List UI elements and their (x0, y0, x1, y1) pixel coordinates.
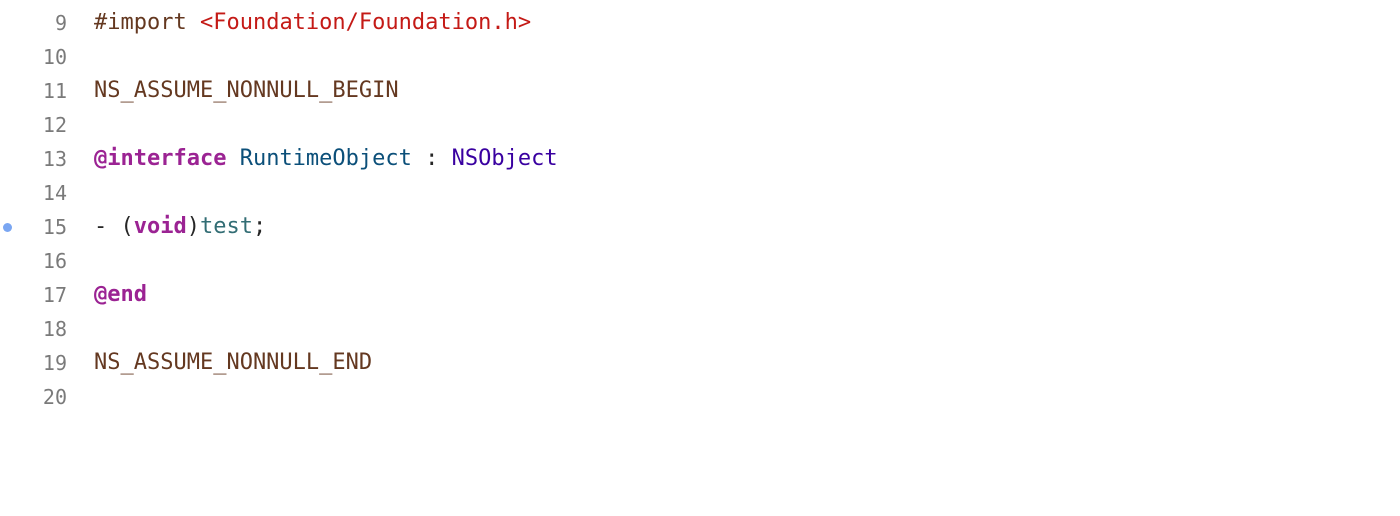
code-line[interactable]: 14 (0, 176, 1400, 210)
code-token: - ( (94, 214, 134, 239)
code-token: <Foundation/Foundation.h> (199, 10, 532, 35)
code-token: RuntimeObject (239, 146, 412, 171)
code-token: void (133, 214, 187, 239)
code-token: NS_ASSUME_NONNULL_BEGIN (94, 78, 399, 103)
code-token: test (199, 214, 253, 239)
code-line[interactable]: 11 NS_ASSUME_NONNULL_BEGIN (0, 74, 1400, 108)
code-line[interactable]: 16 (0, 244, 1400, 278)
code-token: @interface (94, 146, 227, 171)
code-token: : (411, 146, 452, 171)
line-number: 14 (42, 181, 67, 205)
line-number: 15 (42, 215, 67, 239)
line-content[interactable]: @interface RuntimeObject : NSObject (94, 142, 558, 176)
line-number: 13 (42, 147, 67, 171)
code-token: #import (94, 10, 200, 35)
code-token: ) (186, 214, 200, 239)
code-line[interactable]: 15 - (void)test; (0, 210, 1400, 244)
code-editor[interactable]: 9 #import <Foundation/Foundation.h> 10 1… (0, 6, 1400, 414)
line-number: 19 (42, 351, 67, 375)
line-number: 11 (42, 79, 67, 103)
code-line[interactable]: 18 (0, 312, 1400, 346)
line-number: 16 (42, 249, 67, 273)
line-number: 20 (42, 385, 67, 409)
code-line[interactable]: 17 @end (0, 278, 1400, 312)
line-content[interactable]: @end (94, 278, 147, 312)
line-content[interactable]: - (void)test; (94, 210, 266, 244)
code-line[interactable]: 20 (0, 380, 1400, 414)
code-line[interactable]: 9 #import <Foundation/Foundation.h> (0, 6, 1400, 40)
code-line[interactable]: 19 NS_ASSUME_NONNULL_END (0, 346, 1400, 380)
line-number: 17 (42, 283, 67, 307)
line-number: 9 (54, 11, 67, 35)
code-token: @end (94, 282, 147, 307)
line-number: 10 (42, 45, 67, 69)
code-line[interactable]: 10 (0, 40, 1400, 74)
line-content[interactable]: #import <Foundation/Foundation.h> (94, 6, 531, 40)
line-content[interactable]: NS_ASSUME_NONNULL_END (94, 346, 372, 380)
code-token: NS_ASSUME_NONNULL_END (94, 350, 373, 375)
code-token: NSObject (451, 146, 558, 171)
line-content[interactable]: NS_ASSUME_NONNULL_BEGIN (94, 74, 399, 108)
line-number: 12 (42, 113, 67, 137)
code-line[interactable]: 13 @interface RuntimeObject : NSObject (0, 142, 1400, 176)
code-line[interactable]: 12 (0, 108, 1400, 142)
line-number: 18 (42, 317, 67, 341)
code-token: ; (252, 214, 267, 239)
